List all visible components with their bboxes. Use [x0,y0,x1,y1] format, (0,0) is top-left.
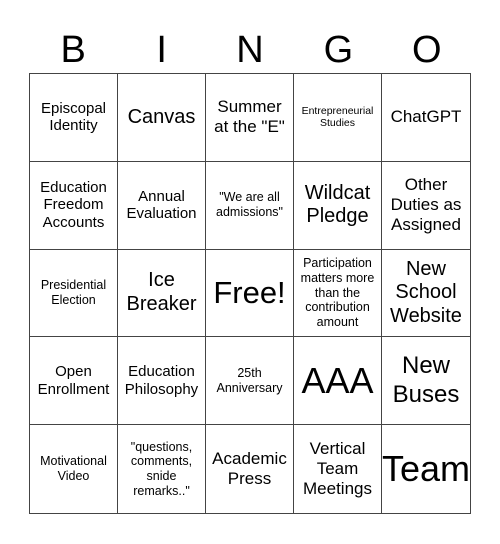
bingo-cell-label: Free! [213,274,286,310]
bingo-cell[interactable]: 25th Anniversary [206,337,294,426]
bingo-cell[interactable]: ChatGPT [382,74,470,162]
bingo-cell[interactable]: Academic Press [206,425,294,513]
bingo-header: B I N G O [29,28,471,72]
bingo-cell[interactable]: Ice Breaker [118,249,206,338]
bingo-cell[interactable]: Education Philosophy [118,337,206,426]
bingo-cell[interactable]: Team [382,425,470,513]
bingo-cell-label: ChatGPT [390,107,462,127]
header-letter-n: N [236,29,264,71]
bingo-cell-label: Presidential Election [40,278,107,307]
bingo-cell-label: Canvas [127,105,196,128]
bingo-cell-label: Participation matters more than the cont… [300,256,375,330]
bingo-cell[interactable]: AAA [294,337,382,426]
bingo-cell[interactable]: Participation matters more than the cont… [294,249,382,338]
bingo-cell-label: Annual Evaluation [126,187,197,223]
header-letter-g: G [323,29,354,71]
bingo-cell[interactable]: Motivational Video [30,425,118,513]
bingo-cell[interactable]: New School Website [382,250,470,338]
bingo-cell-label: Academic Press [212,449,287,489]
bingo-cell-label: Entrepreneurial Studies [301,105,374,130]
bingo-cell-label: Vertical Team Meetings [303,439,372,499]
bingo-cell[interactable]: Other Duties as Assigned [382,162,470,250]
bingo-cell[interactable]: Summer at the "E" [206,74,294,162]
bingo-cell-label: AAA [301,359,374,401]
bingo-cell-label: Episcopal Identity [40,99,107,135]
bingo-cell[interactable]: Education Freedom Accounts [30,161,118,250]
bingo-cell-label: New School Website [390,257,462,327]
bingo-cell-label: Education Freedom Accounts [40,178,107,232]
bingo-cell-label: Other Duties as Assigned [390,175,462,235]
bingo-cell[interactable]: "We are all admissions" [206,161,294,250]
bingo-cell-label: Motivational Video [40,454,107,484]
bingo-cell[interactable]: Entrepreneurial Studies [294,74,382,162]
bingo-cell-label: Education Philosophy [124,363,199,398]
bingo-grid: Episcopal Identity Canvas Summer at the "E… [29,73,471,514]
bingo-cell-label: Open Enrollment [37,363,110,398]
bingo-cell[interactable]: Vertical Team Meetings [294,425,382,513]
bingo-cell-label: Ice Breaker [126,269,197,315]
bingo-cell[interactable]: New Buses [382,337,470,426]
bingo-cell-label: New Buses [392,352,460,408]
bingo-cell-label: "We are all admissions" [216,190,283,220]
header-letter-o: O [412,29,442,71]
bingo-cell[interactable]: Episcopal Identity [30,74,118,162]
bingo-cell-label: Summer at the "E" [214,97,285,137]
bingo-cell[interactable]: Open Enrollment [30,337,118,426]
free-space-cell[interactable]: Free! [206,249,294,338]
bingo-cell[interactable]: Canvas [118,74,206,162]
bingo-cell-label: Team [382,447,470,489]
bingo-cell[interactable]: Annual Evaluation [118,161,206,250]
bingo-cell-label: 25th Anniversary [216,366,283,395]
header-letter-b: B [60,29,86,71]
header-letter-i: I [156,29,167,71]
bingo-cell[interactable]: Presidential Election [30,249,118,338]
bingo-cell[interactable]: "questions, comments, snide remarks.." [118,425,206,513]
bingo-cell[interactable]: Wildcat Pledge [294,161,382,250]
bingo-cell-label: "questions, comments, snide remarks.." [130,439,193,498]
bingo-cell-label: Wildcat Pledge [304,181,371,228]
